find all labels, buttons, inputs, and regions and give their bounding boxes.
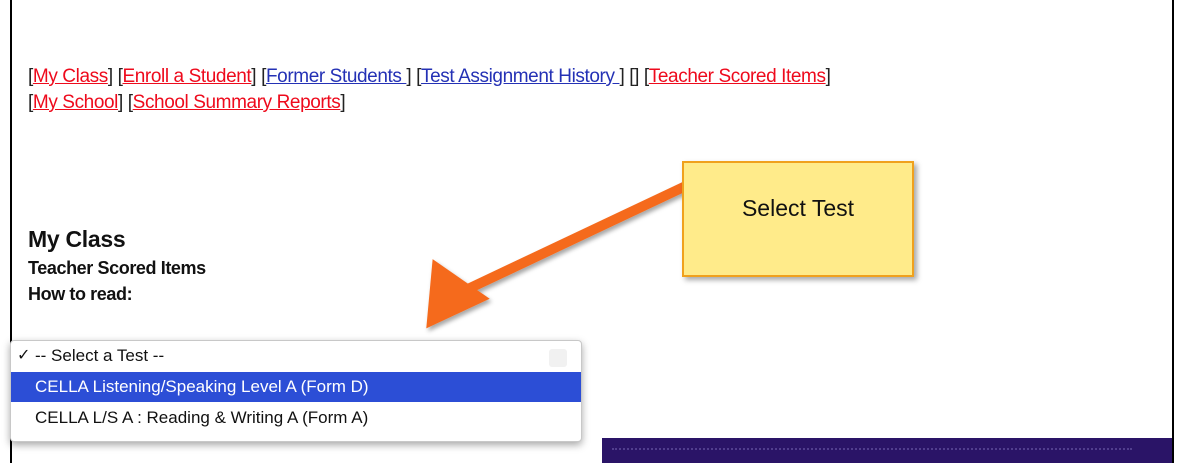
nav-link-teacher-scored-items[interactable]: Teacher Scored Items — [649, 66, 826, 87]
nav-row-1: [My Class] [Enroll a Student] [Former St… — [28, 66, 831, 87]
test-option-cella-ls-a-reading-writing-form-a[interactable]: CELLA L/S A : Reading & Writing A (Form … — [11, 403, 581, 433]
test-option-label: -- Select a Test -- — [35, 346, 165, 365]
nav-link-test-assignment-history[interactable]: Test Assignment History — [421, 66, 619, 87]
nav-link-enroll-student[interactable]: Enroll a Student — [122, 66, 251, 87]
nav-link-my-school[interactable]: My School — [33, 92, 119, 113]
test-option-label: CELLA Listening/Speaking Level A (Form D… — [35, 377, 369, 396]
nav-link-my-class[interactable]: My Class — [33, 66, 108, 87]
bottom-banner-text — [612, 448, 1132, 454]
nav-link-former-students[interactable]: Former Students — [266, 66, 406, 87]
dropdown-scroll-knob — [549, 349, 567, 367]
nav-row-2: [My School] [School Summary Reports] — [28, 92, 346, 113]
page-subtitle: Teacher Scored Items — [28, 258, 206, 278]
nav-empty-bracket: [] — [629, 66, 639, 87]
test-option-select-a-test[interactable]: ✓ -- Select a Test -- — [11, 341, 581, 371]
checkmark-icon: ✓ — [17, 347, 31, 364]
select-test-callout: Select Test — [682, 161, 914, 277]
page-title: My Class — [28, 226, 126, 252]
test-option-label: CELLA L/S A : Reading & Writing A (Form … — [35, 408, 369, 427]
nav-link-school-summary-reports[interactable]: School Summary Reports — [133, 92, 341, 113]
callout-text: Select Test — [741, 195, 855, 221]
how-to-read-label: How to read: — [28, 284, 133, 304]
test-option-cella-ls-level-a-form-d[interactable]: CELLA Listening/Speaking Level A (Form D… — [11, 372, 581, 402]
bottom-banner — [602, 438, 1172, 463]
test-select-dropdown[interactable]: ✓ -- Select a Test -- CELLA Listening/Sp… — [10, 340, 582, 442]
